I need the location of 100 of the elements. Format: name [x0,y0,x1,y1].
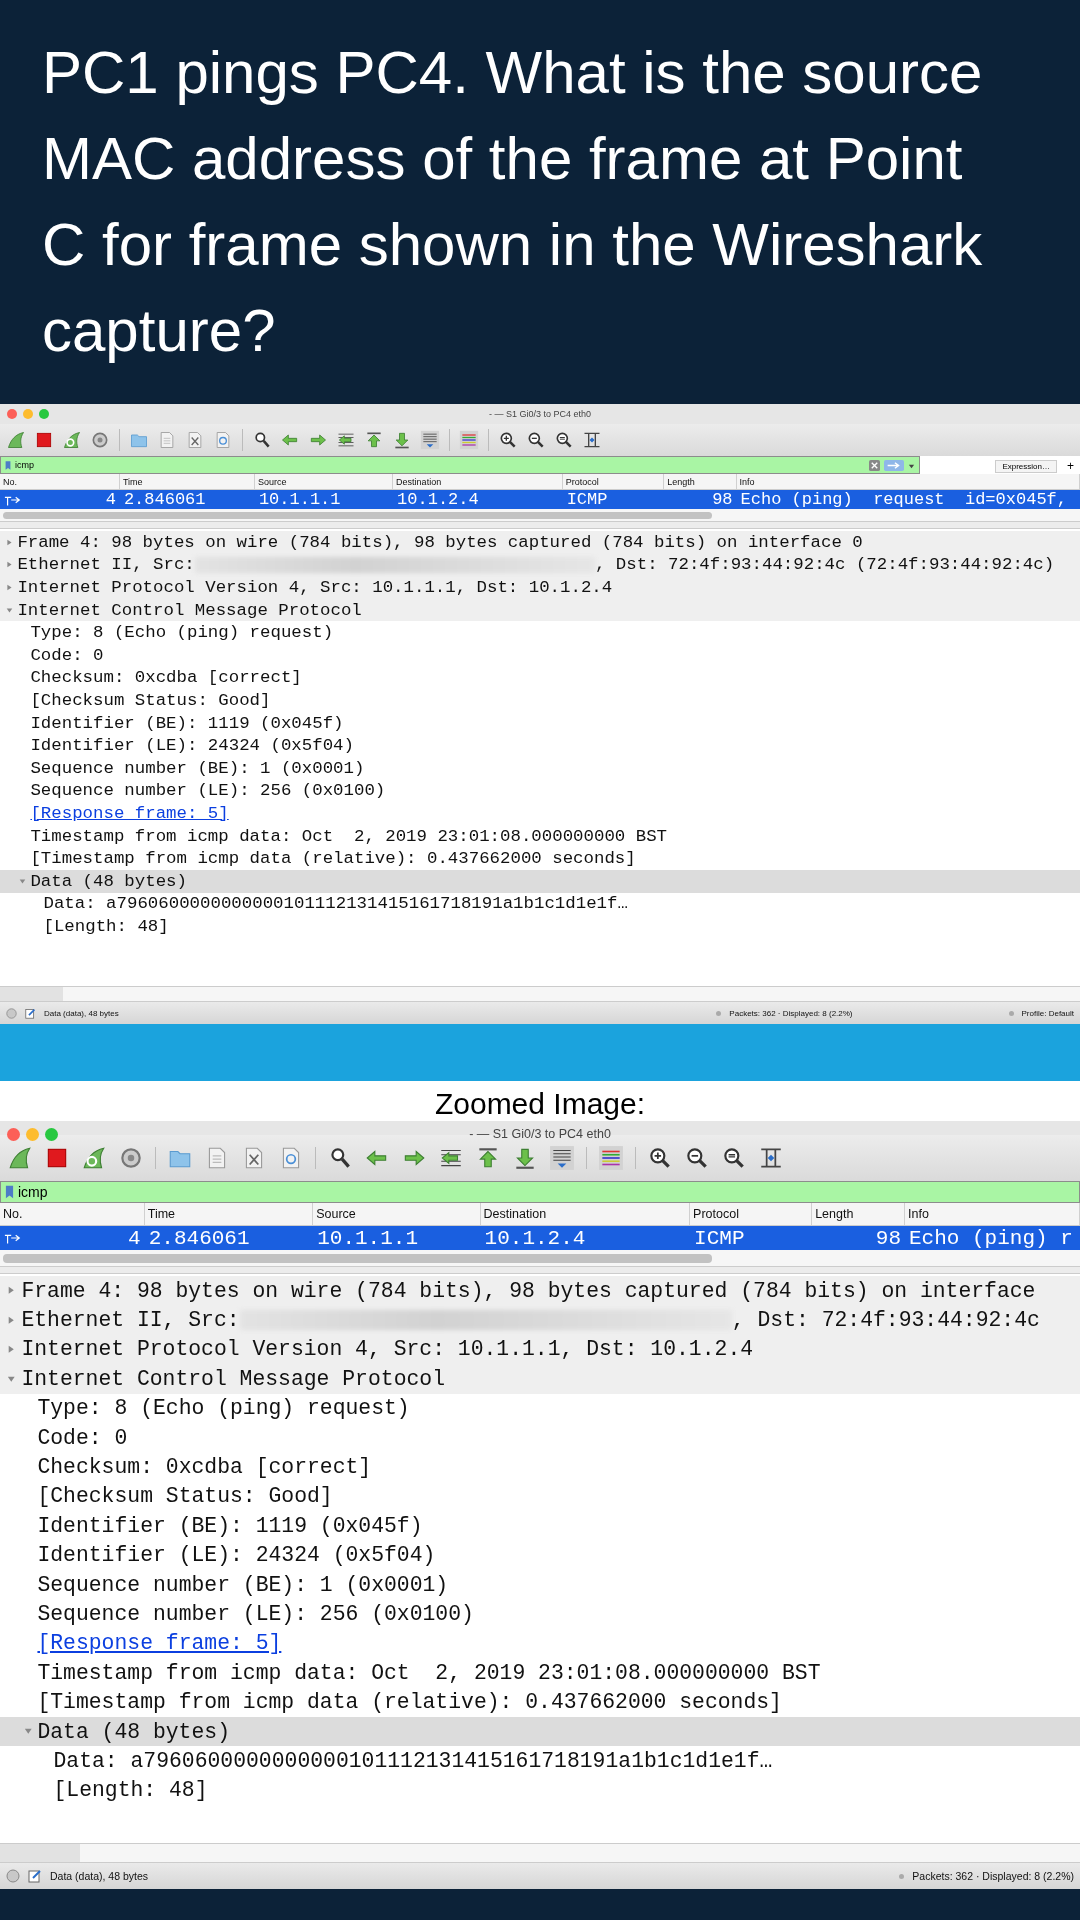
tree-row[interactable]: Timestamp from icmp data: Oct 2, 2019 23:01:08.000000000 BST [0,1658,1080,1688]
tree-row[interactable]: Internet Control Message Protocol [0,598,1080,622]
scrollbar[interactable] [0,1250,1080,1267]
bookmark-icon[interactable] [5,1184,14,1200]
disclosure-triangle-icon[interactable] [19,877,27,885]
maximize-button[interactable] [39,409,49,419]
scrollbar-thumb[interactable] [0,1844,80,1862]
response-frame-link[interactable]: [Response frame: 5] [37,1631,282,1656]
tree-row[interactable]: Internet Protocol Version 4, Src: 10.1.1.1, Dst: 10.1.2.4 [0,576,1080,599]
tree-row[interactable]: Sequence number (LE): 256 (0x0100) [0,779,1080,803]
tree-row[interactable]: [Checksum Status: Good] [0,1481,1080,1512]
tree-row[interactable]: Type: 8 (Echo (ping) request) [0,1393,1080,1423]
tree-item-text: Internet Control Message Protocol [17,600,362,620]
window-title: - — S1 Gi0/3 to PC4 eth0 [469,1127,611,1141]
close-button[interactable] [7,409,17,419]
tree-row[interactable]: Code: 0 [0,643,1080,667]
tree-row[interactable]: Checksum: 0xcdba [correct] [0,666,1080,690]
column-title[interactable]: Length [664,474,737,489]
tree-row[interactable]: Data (48 bytes) [0,1716,1080,1747]
tree-item-text: Internet Protocol Version 4, Src: 10.1.1.1, Dst: 10.1.2.4 [21,1337,754,1362]
tree-item-text: Data: a7960600000000000101112131415161718191a1b1c1d1e1f… [43,894,628,914]
tree-item-text: , Dst: 72:4f:93:44:92:4c [731,1308,1040,1333]
column-title[interactable]: Destination [480,1203,691,1225]
colorize-icon[interactable] [457,428,481,452]
disclosure-triangle-icon[interactable] [23,1727,33,1736]
table-cell: 10.1.1.1 [258,490,341,509]
packet-row[interactable]: 4 2.846061 10.1.1.1 10.1.2.4 ICMP 98 Echo (ping) r [0,1226,1080,1250]
column-title[interactable]: Source [254,474,394,489]
tree-item-text: Timestamp from icmp data: Oct 2, 2019 23:01:08.000000000 BST [30,826,668,846]
scrollbar[interactable] [0,986,1080,1002]
tree-row[interactable]: Frame 4: 98 bytes on wire (784 bits), 98 bytes captured (784 bits) on interface [0,1276,1080,1306]
column-title[interactable]: Protocol [562,474,665,489]
tree-row[interactable]: Ethernet II, Src: , Dst: 72:4f:93:44:92:4c [0,1305,1080,1335]
column-title[interactable]: Time [119,474,255,489]
tree-row[interactable]: [Response frame: 5] [0,802,1080,825]
disclosure-triangle-icon[interactable] [6,538,14,546]
expert-info-icon[interactable] [6,1007,17,1019]
tree-row[interactable]: Data (48 bytes) [0,869,1080,893]
tree-row[interactable]: Data: a7960600000000000101112131415161718191a1b1c1d1e1f… [0,892,1080,916]
disclosure-triangle-icon[interactable] [6,561,14,569]
tree-row[interactable]: Identifier (LE): 24324 (0x5f04) [0,1540,1080,1570]
tree-row[interactable]: Sequence number (LE): 256 (0x0100) [0,1599,1080,1629]
scrollbar-thumb[interactable] [3,1253,712,1263]
packet-row[interactable]: 4 2.846061 10.1.1.1 10.1.2.4 ICMP 98 Echo (ping) request id=0x045f, [0,490,1080,509]
tree-row[interactable]: Sequence number (BE): 1 (0x0001) [0,756,1080,780]
scrollbar[interactable] [0,509,1080,522]
tree-item-text: Sequence number (BE): 1 (0x0001) [30,758,365,778]
tree-row[interactable]: [Length: 48] [0,1775,1080,1806]
column-title[interactable]: Info [905,1203,1080,1225]
tree-row[interactable]: Frame 4: 98 bytes on wire (784 bits), 98 bytes captured (784 bits) on interface 0 [0,531,1080,554]
scrollbar-thumb[interactable] [3,511,712,519]
tree-row[interactable]: Internet Control Message Protocol [0,1364,1080,1394]
expression-button[interactable]: Expression… [995,459,1057,473]
display-filter-field[interactable]: icmp [0,1181,1080,1203]
filter-value: icmp [15,460,34,470]
edit-comment-icon[interactable] [25,1007,36,1019]
column-title[interactable]: No. [0,474,120,489]
tree-row[interactable]: Timestamp from icmp data: Oct 2, 2019 23:01:08.000000000 BST [0,824,1080,848]
autoscroll-icon[interactable] [418,428,442,452]
display-filter-field[interactable]: icmp [0,456,920,474]
tree-row[interactable]: Internet Protocol Version 4, Src: 10.1.1.1, Dst: 10.1.2.4 [0,1334,1080,1365]
tree-row[interactable]: Identifier (BE): 1119 (0x045f) [0,711,1080,735]
disclosure-triangle-icon[interactable] [7,1374,17,1384]
tree-row[interactable]: Type: 8 (Echo (ping) request) [0,621,1080,644]
tree-row[interactable]: Data: a7960600000000000101112131415161718191a1b1c1d1e1f… [0,1746,1080,1776]
tree-row[interactable]: [Timestamp from icmp data (relative): 0.437662000 seconds] [0,1687,1080,1717]
column-title[interactable]: Destination [393,474,563,489]
tree-row[interactable]: Identifier (LE): 24324 (0x5f04) [0,734,1080,757]
table-cell: 10.1.2.4 [397,490,479,509]
tree-row[interactable]: [Response frame: 5] [0,1628,1080,1659]
disclosure-triangle-icon[interactable] [6,606,14,614]
status-profile[interactable]: Profile: Default [1021,1008,1074,1018]
bookmark-icon[interactable] [5,459,11,471]
expert-info-icon[interactable] [6,1869,20,1883]
edit-comment-icon[interactable] [28,1869,42,1883]
tree-row[interactable]: Ethernet II, Src: , Dst: 72:4f:93:44:92:4c (72:4f:93:44:92:4c) [0,553,1080,577]
scrollbar[interactable] [0,1843,1080,1863]
column-title[interactable]: Protocol [690,1203,813,1225]
tree-row[interactable]: Checksum: 0xcdba [correct] [0,1452,1080,1482]
tree-item-text: Frame 4: 98 bytes on wire (784 bits), 98 bytes captured (784 bits) on interface 0 [17,532,863,552]
add-filter-button[interactable]: + [1065,459,1076,473]
column-title[interactable]: No. [0,1203,145,1225]
scrollbar-thumb[interactable] [0,987,63,1001]
tree-row[interactable]: [Length: 48] [0,915,1080,938]
tree-item-text: Internet Protocol Version 4, Src: 10.1.1.1, Dst: 10.1.2.4 [17,578,613,597]
response-frame-link[interactable]: [Response frame: 5] [30,803,229,823]
tree-row[interactable]: Code: 0 [0,1422,1080,1453]
tree-item-text: Sequence number (LE): 256 (0x0100) [37,1602,474,1626]
tree-row[interactable]: Sequence number (BE): 1 (0x0001) [0,1569,1080,1600]
table-cell: 98 [712,490,733,509]
disclosure-triangle-icon[interactable] [6,584,14,591]
clear-icon[interactable] [869,459,880,471]
tree-row[interactable]: [Timestamp from icmp data (relative): 0.437662000 seconds] [0,847,1080,870]
column-title[interactable]: Time [144,1203,314,1225]
tree-row[interactable]: Identifier (BE): 1119 (0x045f) [0,1511,1080,1541]
column-title[interactable]: Source [313,1203,481,1225]
table-cell: 2.846061 [123,490,206,509]
column-title[interactable]: Info [736,474,1080,489]
column-title[interactable]: Length [812,1203,905,1225]
tree-row[interactable]: [Checksum Status: Good] [0,689,1080,712]
